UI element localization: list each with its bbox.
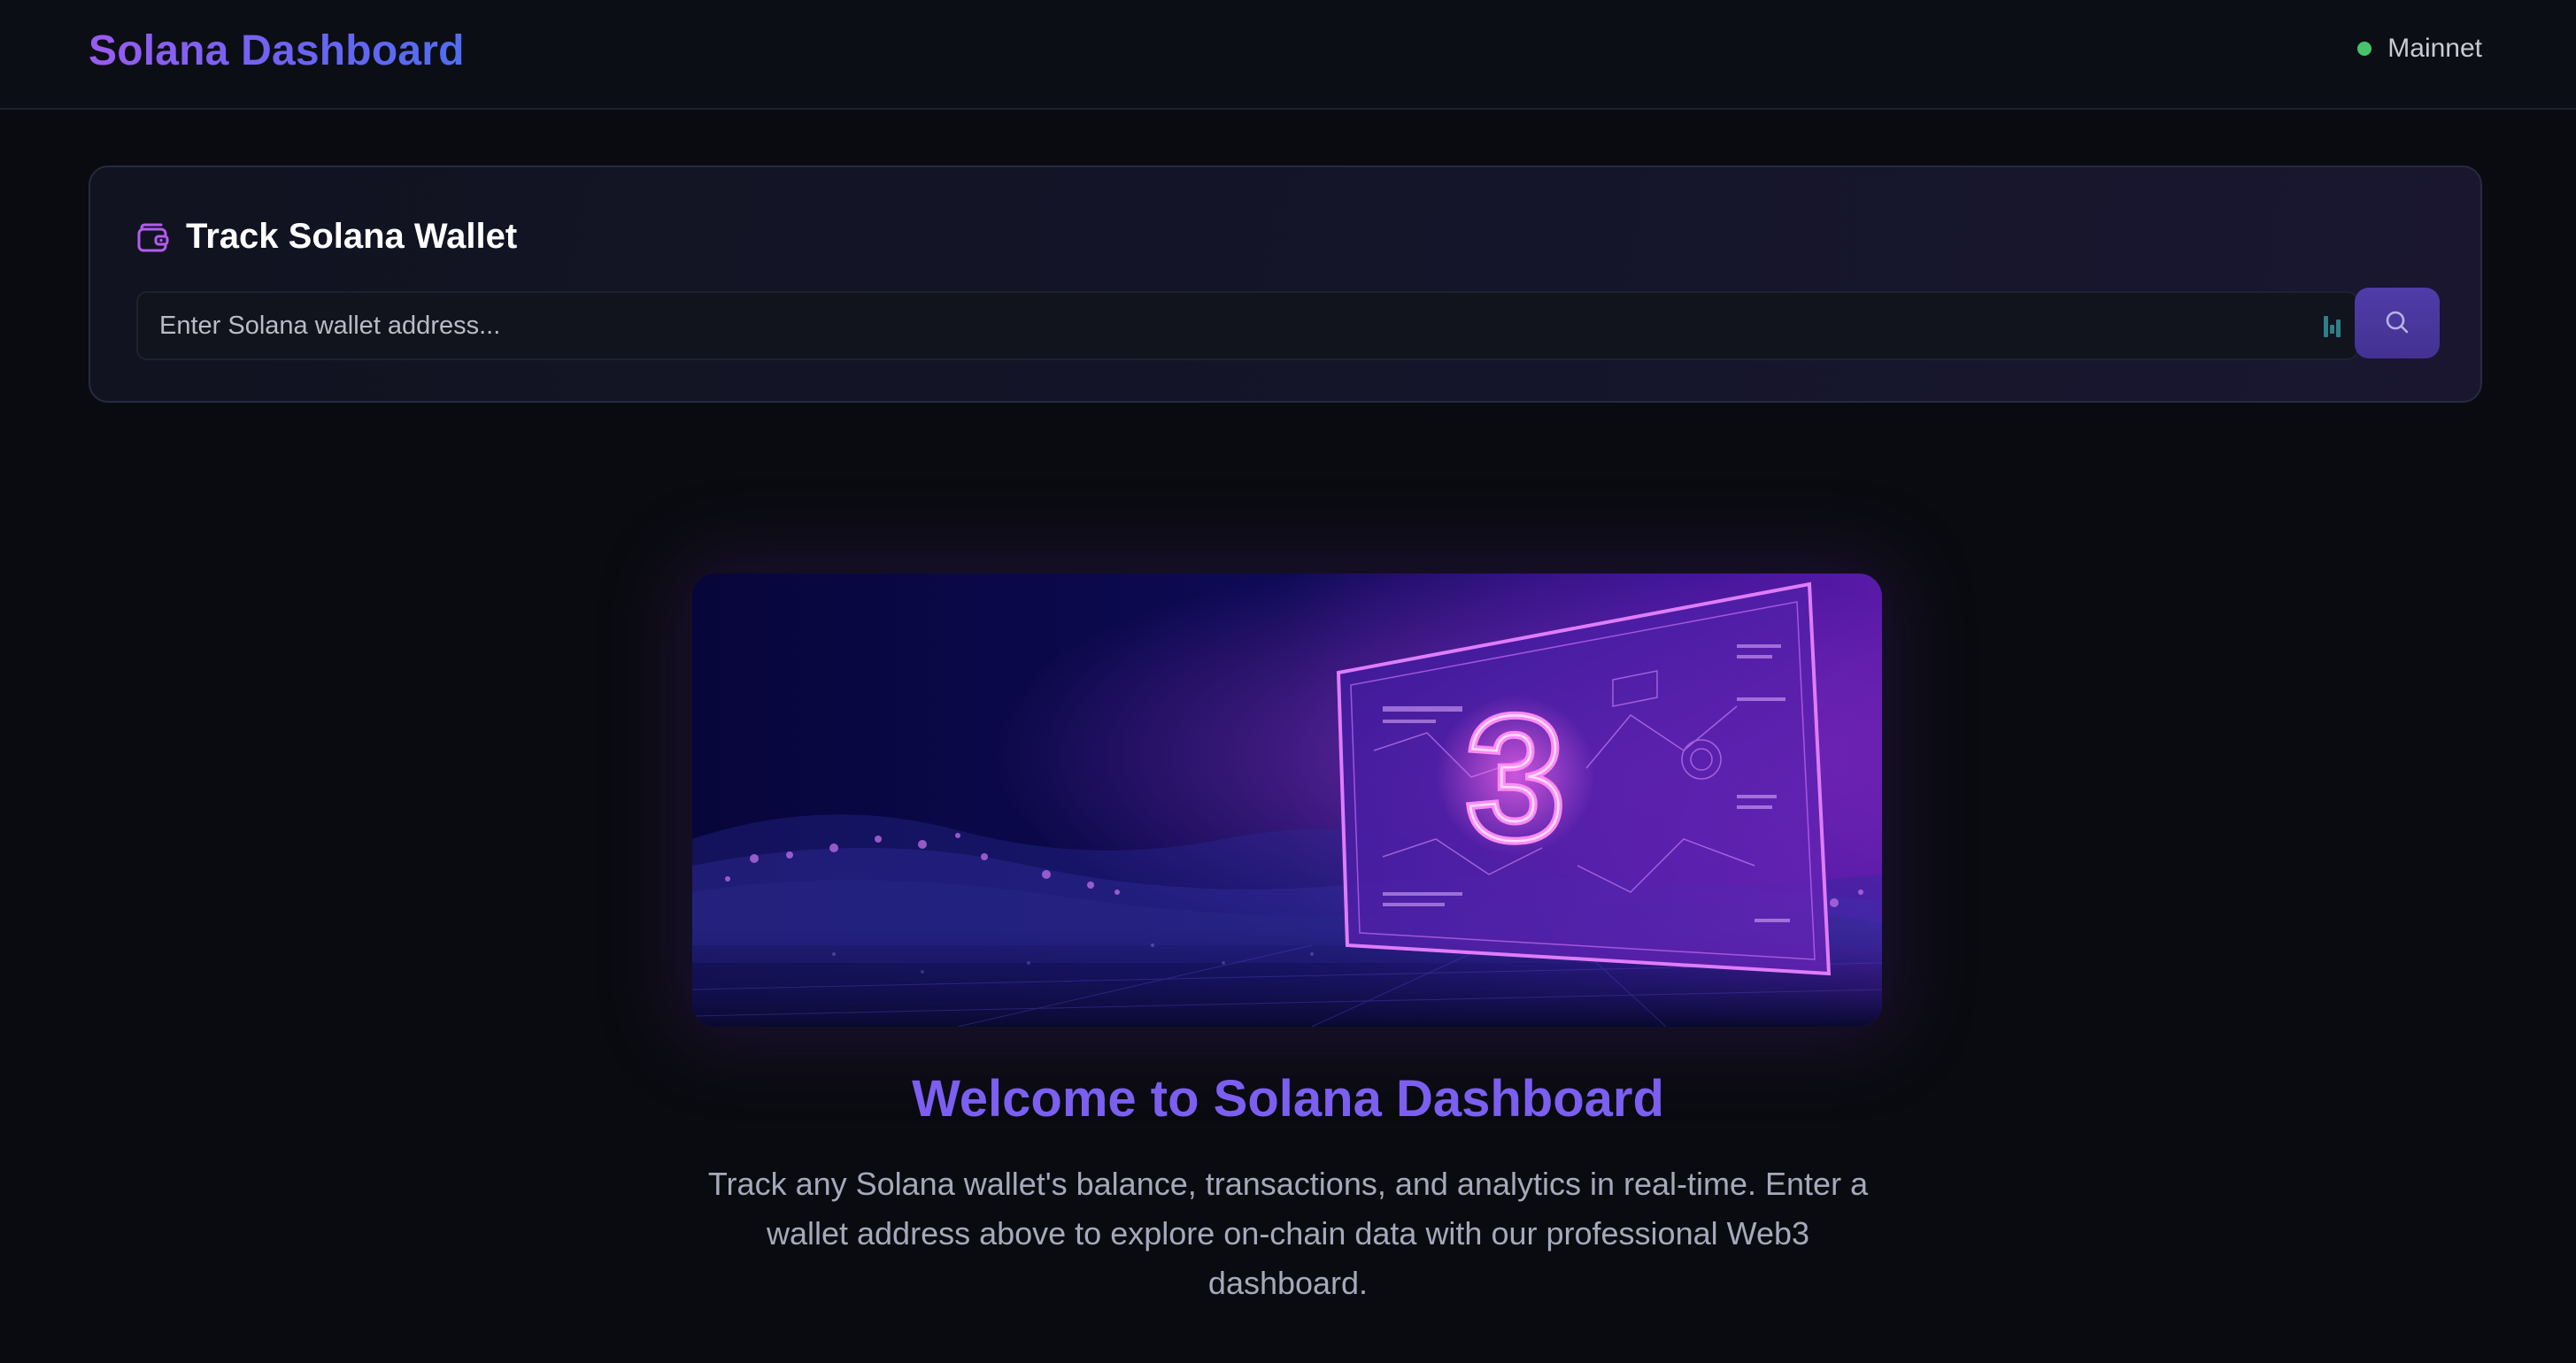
- brand-title[interactable]: Solana Dashboard: [89, 27, 465, 75]
- network-status-dot: [2357, 42, 2372, 56]
- welcome-title: Welcome to Solana Dashboard: [912, 1070, 1664, 1128]
- search-button[interactable]: [2355, 288, 2440, 358]
- wallet-address-input[interactable]: [138, 293, 2298, 358]
- hero-image: 3 3: [692, 574, 1882, 1027]
- welcome-description: Track any Solana wallet's balance, trans…: [707, 1166, 1869, 1301]
- track-wallet-heading: Track Solana Wallet: [136, 217, 517, 257]
- top-bar: Solana Dashboard Mainnet: [0, 0, 2576, 110]
- wallet-address-field[interactable]: [136, 291, 2358, 360]
- search-icon: [2383, 308, 2411, 339]
- track-wallet-title: Track Solana Wallet: [186, 217, 518, 256]
- wallet-icon: [136, 221, 170, 253]
- track-wallet-card: Track Solana Wallet: [89, 166, 2482, 403]
- hero-numeral-core: 3: [1466, 680, 1564, 877]
- network-label: Mainnet: [2387, 34, 2482, 63]
- network-indicator[interactable]: Mainnet: [2357, 34, 2482, 64]
- password-manager-icon[interactable]: [2321, 314, 2344, 343]
